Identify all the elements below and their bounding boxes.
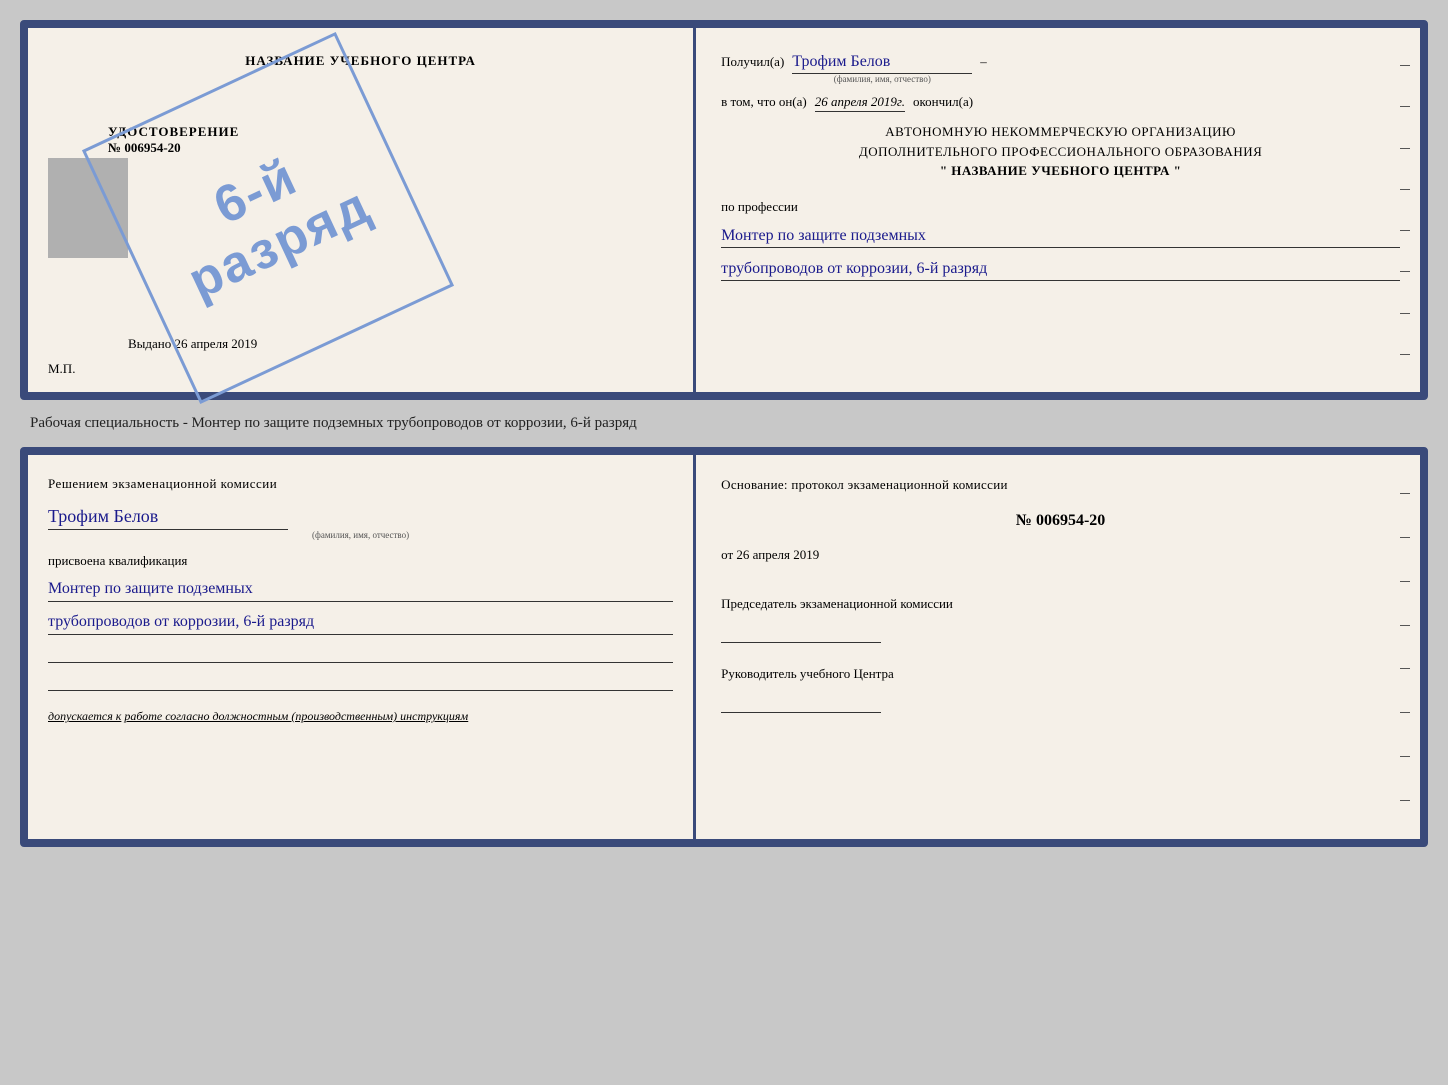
vydano-label: Выдано [128,336,171,351]
chairman-signature-line [721,618,881,643]
bottom-fio-hint: (фамилия, имя, отчество) [48,530,673,540]
cert-number: № 006954-20 [108,140,239,156]
po-professii-label: по профессии [721,199,1400,215]
bottom-person-name: Трофим Белов [48,506,288,530]
deco-line [1400,271,1410,272]
deco-line [1400,493,1410,494]
blank-line-2 [48,671,673,691]
head-block: Руководитель учебного Центра [721,665,1400,713]
org-line1: АВТОНОМНУЮ НЕКОММЕРЧЕСКУЮ ОРГАНИЗАЦИЮ [721,122,1400,142]
profession-line1: Монтер по защите подземных [721,225,1400,248]
cert-left-panel: НАЗВАНИЕ УЧЕБНОГО ЦЕНТРА УДОСТОВЕРЕНИЕ №… [28,28,696,392]
cert-photo [48,158,128,258]
fio-hint: (фамилия, имя, отчество) [834,74,931,84]
receiver-line: Получил(а) Трофим Белов (фамилия, имя, о… [721,53,1400,84]
deco-line [1400,756,1410,757]
qual-line2: трубопроводов от коррозии, 6-й разряд [48,610,673,635]
head-title: Руководитель учебного Центра [721,665,1400,683]
chairman-block: Председатель экзаменационной комиссии [721,595,1400,643]
deco-line [1400,230,1410,231]
dopuskaetsya-block: допускается к работе согласно должностны… [48,709,673,724]
protocol-date-value: 26 апреля 2019 [736,547,819,562]
bottom-right-deco [1400,475,1415,819]
dopuskaetsya-value: работе согласно должностным (производств… [124,709,468,723]
bottom-name-block: Трофим Белов (фамилия, имя, отчество) [48,506,673,540]
vydano-date: 26 апреля 2019 [175,336,258,351]
chairman-title: Председатель экзаменационной комиссии [721,595,1400,613]
org-quote1: " [940,163,948,178]
vydano-block: Выдано 26 апреля 2019 [128,336,257,352]
org-quote2: " [1174,163,1182,178]
cert-date-value: 26 апреля 2019г. [815,94,905,112]
mp-label: М.П. [48,361,75,377]
blank-line-1 [48,643,673,663]
deco-line [1400,313,1410,314]
osnov-label: Основание: протокол экзаменационной коми… [721,475,1400,495]
deco-line [1400,189,1410,190]
bottom-section-title: Решением экзаменационной комиссии [48,475,673,493]
deco-line [1400,106,1410,107]
org-name-line: " НАЗВАНИЕ УЧЕБНОГО ЦЕНТРА " [721,161,1400,181]
bottom-certificate-book: Решением экзаменационной комиссии Трофим… [20,447,1428,847]
vtom-label: в том, что он(а) [721,94,807,110]
assigned-label: присвоена квалификация [48,553,673,569]
middle-text: Рабочая специальность - Монтер по защите… [20,410,1428,437]
deco-line [1400,800,1410,801]
date-line: в том, что он(а) 26 апреля 2019г. окончи… [721,94,1400,112]
org-block: АВТОНОМНУЮ НЕКОММЕРЧЕСКУЮ ОРГАНИЗАЦИЮ ДО… [721,122,1400,181]
udostoverenie-label: УДОСТОВЕРЕНИЕ [108,124,239,140]
head-signature-line [721,688,881,713]
udostoverenie-block: УДОСТОВЕРЕНИЕ № 006954-20 [108,124,239,156]
deco-line [1400,712,1410,713]
top-certificate-book: НАЗВАНИЕ УЧЕБНОГО ЦЕНТРА УДОСТОВЕРЕНИЕ №… [20,20,1428,400]
deco-line [1400,625,1410,626]
protocol-date: от 26 апреля 2019 [721,547,1400,563]
profession-line2: трубопроводов от коррозии, 6-й разряд [721,258,1400,281]
deco-line [1400,148,1410,149]
bottom-left-panel: Решением экзаменационной комиссии Трофим… [28,455,696,839]
dash: – [980,54,987,70]
dopuskaetsya-label: допускается к [48,709,121,723]
cert-title: НАЗВАНИЕ УЧЕБНОГО ЦЕНТРА [245,53,476,69]
deco-line [1400,65,1410,66]
receiver-name: Трофим Белов [792,53,972,74]
org-name: НАЗВАНИЕ УЧЕБНОГО ЦЕНТРА [951,163,1170,178]
deco-line [1400,537,1410,538]
deco-line [1400,668,1410,669]
okonchil-label: окончил(а) [913,94,973,110]
org-line2: ДОПОЛНИТЕЛЬНОГО ПРОФЕССИОНАЛЬНОГО ОБРАЗО… [721,142,1400,162]
poluchil-label: Получил(а) [721,54,784,70]
deco-line [1400,354,1410,355]
qual-line1: Монтер по защите подземных [48,577,673,602]
protocol-date-prefix: от [721,547,733,562]
bottom-right-panel: Основание: протокол экзаменационной коми… [696,455,1420,839]
right-deco [1400,48,1415,372]
protocol-number: № 006954-20 [721,512,1400,530]
page-wrapper: НАЗВАНИЕ УЧЕБНОГО ЦЕНТРА УДОСТОВЕРЕНИЕ №… [20,20,1428,847]
deco-line [1400,581,1410,582]
cert-right-panel: Получил(а) Трофим Белов (фамилия, имя, о… [696,28,1420,392]
